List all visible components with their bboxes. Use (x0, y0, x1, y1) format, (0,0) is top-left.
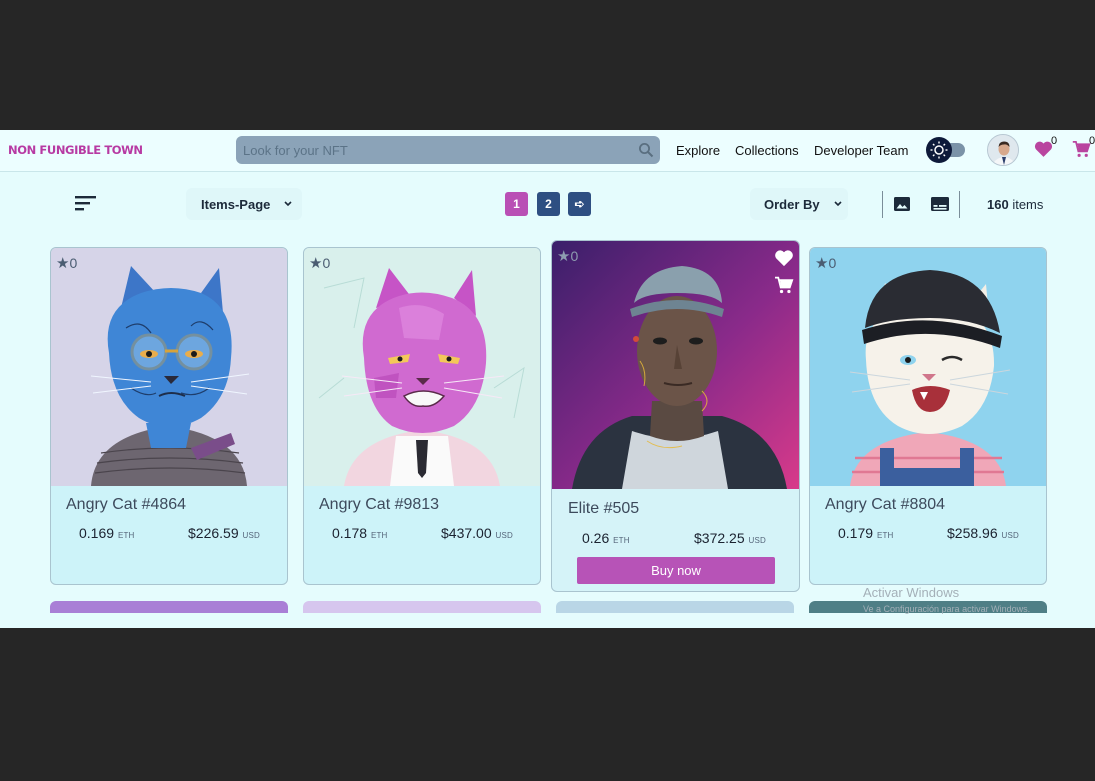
white-cat-illustration (810, 248, 1046, 486)
usd-unit: USD (495, 531, 513, 540)
nft-title: Elite #505 (568, 500, 640, 517)
nft-title: Angry Cat #9813 (319, 496, 440, 513)
sun-icon (930, 141, 948, 159)
nft-card-next-row[interactable] (50, 601, 288, 613)
favorite-counter[interactable]: ★0 (557, 247, 578, 265)
order-by-select[interactable]: Order By (750, 188, 848, 220)
blue-cat-illustration (51, 248, 287, 486)
nav-explore[interactable]: Explore (676, 143, 720, 158)
top-navbar: NON FUNGIBLE TOWN Explore Collections De… (0, 130, 1095, 172)
favorite-count: 0 (69, 255, 78, 271)
nft-image[interactable] (304, 248, 540, 486)
nft-image[interactable] (552, 241, 799, 489)
eth-unit: ETH (117, 531, 135, 540)
brand-logo[interactable]: NON FUNGIBLE TOWN (8, 143, 143, 157)
usd-unit: USD (748, 536, 766, 545)
nav-developer-team[interactable]: Developer Team (814, 143, 908, 158)
filter-menu-icon[interactable] (75, 195, 97, 211)
pink-cat-illustration (304, 248, 540, 486)
price-usd: $258.96 USD (947, 525, 1019, 541)
usd-value: $258.96 (947, 525, 998, 541)
favorite-count: 0 (322, 255, 331, 271)
price-usd: $372.25 USD (694, 530, 766, 546)
star-icon: ★ (309, 255, 323, 272)
items-count-suffix: items (1012, 197, 1044, 212)
chevron-down-icon (284, 201, 292, 207)
eth-value: 0.26 (582, 530, 610, 546)
price-eth: 0.26 ETH (582, 530, 630, 546)
nav-collections[interactable]: Collections (735, 143, 799, 158)
items-page-label: Items-Page (201, 197, 271, 212)
price-eth: 0.179 ETH (838, 525, 894, 541)
nft-card-next-row[interactable] (556, 601, 794, 613)
eth-value: 0.179 (838, 525, 874, 541)
items-count: 160 items (987, 197, 1043, 212)
nft-title: Angry Cat #4864 (66, 496, 187, 513)
favorite-counter[interactable]: ★0 (309, 254, 330, 272)
toggle-knob (926, 137, 952, 163)
favorite-counter[interactable]: ★0 (815, 254, 836, 272)
divider (959, 191, 960, 218)
eth-value: 0.178 (332, 525, 368, 541)
windows-activation-title: Activar Windows (863, 585, 960, 600)
avatar-icon (988, 135, 1018, 165)
favorites-count: 0 (1051, 135, 1058, 147)
star-icon: ★ (815, 255, 829, 272)
usd-value: $372.25 (694, 530, 745, 546)
price-eth: 0.178 ETH (332, 525, 388, 541)
page-button-2[interactable]: 2 (537, 192, 560, 216)
windows-activation-subtitle: Ve a Configuración para activar Windows. (863, 604, 1031, 614)
divider (882, 191, 883, 218)
usd-unit: USD (1001, 531, 1019, 540)
items-count-number: 160 (987, 197, 1009, 212)
nft-card[interactable]: ★0 Angry Cat #9813 0.178 ETH $437.00 USD (303, 247, 541, 585)
order-by-label: Order By (764, 197, 820, 212)
add-to-cart-icon[interactable] (774, 276, 794, 294)
buy-now-button[interactable]: Buy now (577, 557, 775, 584)
user-avatar[interactable] (987, 134, 1019, 166)
theme-toggle[interactable] (926, 137, 966, 163)
elite-avatar-illustration (552, 241, 799, 489)
nft-image[interactable] (810, 248, 1046, 486)
favorite-heart-icon[interactable] (774, 249, 794, 267)
nft-image[interactable] (51, 248, 287, 486)
eth-unit: ETH (876, 531, 894, 540)
usd-value: $226.59 (188, 525, 239, 541)
eth-value: 0.169 (79, 525, 115, 541)
items-per-page-select[interactable]: Items-Page (186, 188, 302, 220)
chevron-down-icon (834, 201, 842, 207)
nft-title: Angry Cat #8804 (825, 496, 946, 513)
search-input[interactable] (236, 136, 626, 164)
star-icon: ★ (56, 255, 70, 272)
price-usd: $226.59 USD (188, 525, 260, 541)
nft-card-hovered[interactable]: ★0 Elite #505 0.26 ETH $372.25 USD Buy n… (551, 240, 800, 592)
page-button-1[interactable]: 1 (505, 192, 528, 216)
favorite-count: 0 (570, 248, 579, 264)
search-bar (236, 136, 660, 164)
cart-count: 0 (1089, 135, 1095, 147)
eth-unit: ETH (613, 536, 630, 545)
favorite-counter[interactable]: ★0 (56, 254, 77, 272)
price-usd: $437.00 USD (441, 525, 513, 541)
app-window: NON FUNGIBLE TOWN Explore Collections De… (0, 130, 1095, 628)
search-icon[interactable] (638, 142, 654, 158)
card-view-icon[interactable] (930, 196, 950, 212)
nft-card[interactable]: ★0 Angry Cat #8804 0.179 ETH $258.96 USD (809, 247, 1047, 585)
price-eth: 0.169 ETH (79, 525, 135, 541)
usd-unit: USD (242, 531, 260, 540)
nft-card[interactable]: ★0 Angry Cat #4864 0.169 ETH $226.59 USD (50, 247, 288, 585)
next-page-button[interactable]: ➪ (568, 192, 591, 216)
image-view-icon[interactable] (893, 196, 911, 212)
eth-unit: ETH (370, 531, 388, 540)
favorite-count: 0 (828, 255, 837, 271)
star-icon: ★ (557, 248, 571, 265)
usd-value: $437.00 (441, 525, 492, 541)
nft-card-next-row[interactable] (303, 601, 541, 613)
